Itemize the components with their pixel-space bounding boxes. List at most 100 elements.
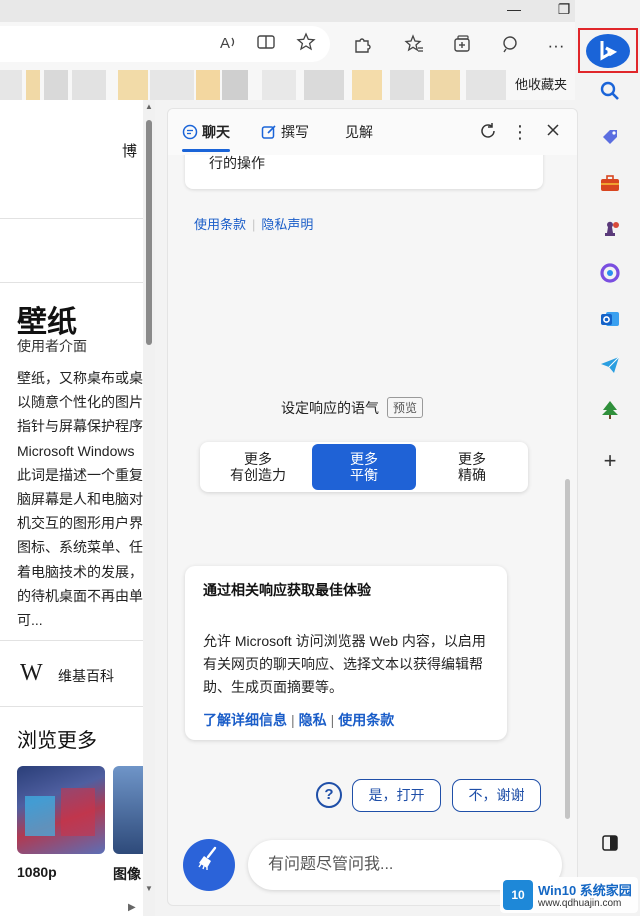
new-topic-broom-icon[interactable] xyxy=(183,839,235,891)
divider xyxy=(0,218,143,219)
no-thanks-button[interactable]: 不，谢谢 xyxy=(452,779,541,812)
watermark-url: www.qdhuajin.com xyxy=(538,898,622,909)
article-line: 此词是描述一个重复 xyxy=(17,466,143,483)
tone-balanced-button[interactable]: 更多 平衡 xyxy=(312,444,416,490)
terms-link[interactable]: 使用条款 xyxy=(194,217,246,232)
article-text: 壁纸，又称桌布或桌 以随意个性化的图片 指针与屏幕保护程序 Microsoft Win… xyxy=(17,366,143,632)
blurred-favorite xyxy=(390,70,424,100)
blurred-favorite xyxy=(304,70,344,100)
article-line: 的待机桌面不再由单 xyxy=(17,587,143,604)
tree-icon[interactable] xyxy=(598,399,622,423)
office-icon[interactable] xyxy=(598,262,622,286)
copilot-panel: 行的操作 聊天 撰写 见解 ⋮ 使用条款 | 隐私声明 设定响应的语气 预览 更多 xyxy=(167,108,578,906)
watermark: 10 Win10 系统家园 www.qdhuajin.com xyxy=(500,877,638,913)
article-line: 可... xyxy=(17,612,43,629)
search-icon[interactable] xyxy=(598,80,622,104)
scrollbar-thumb[interactable] xyxy=(146,120,152,345)
browse-more-heading: 浏览更多 xyxy=(17,730,97,752)
webpage-content: 博 壁纸 使用者介面 壁纸，又称桌布或桌 以随意个性化的图片 指针与屏幕保护程序 Mi… xyxy=(0,100,155,916)
scroll-down-arrow-icon[interactable]: ▼ xyxy=(145,884,153,893)
address-bar[interactable]: A xyxy=(0,26,330,62)
collections-icon[interactable] xyxy=(450,34,474,58)
panel-scrollbar[interactable] xyxy=(565,479,570,819)
tone-precise-button[interactable]: 更多 精确 xyxy=(420,442,524,492)
read-aloud-icon[interactable]: A xyxy=(216,32,240,56)
permission-card-title: 通过相关响应获取最佳体验 xyxy=(203,582,371,598)
tone-creative-button[interactable]: 更多 有创造力 xyxy=(206,442,310,492)
terms-link[interactable]: 使用条款 xyxy=(338,712,394,728)
add-icon[interactable]: + xyxy=(598,449,622,473)
more-icon[interactable]: ··· xyxy=(544,34,568,58)
chat-icon xyxy=(182,124,198,140)
help-icon[interactable]: ? xyxy=(316,782,342,808)
legal-links: 使用条款 | 隐私声明 xyxy=(194,217,314,232)
article-subtitle: 使用者介面 xyxy=(17,338,87,354)
article-title: 壁纸 xyxy=(17,306,77,339)
tools-icon[interactable] xyxy=(598,172,622,196)
page-scrollbar[interactable]: ▲ ▼ xyxy=(143,100,155,916)
article-line: 机交互的图形用户界 xyxy=(17,515,143,532)
scroll-right-arrow-icon[interactable]: ▶ xyxy=(128,902,136,913)
blurred-favorite xyxy=(430,70,460,100)
copilot-highlight-frame xyxy=(578,28,638,73)
learn-more-link[interactable]: 了解详细信息 xyxy=(203,712,287,728)
tab-compose[interactable]: 撰写 xyxy=(261,122,309,142)
favorites-bar: 他收藏夹 xyxy=(0,70,575,100)
page-top-text: 博 xyxy=(122,143,138,160)
scroll-up-arrow-icon[interactable]: ▲ xyxy=(145,102,153,111)
minimize-button[interactable]: — xyxy=(498,0,530,20)
tone-line1: 更多 xyxy=(350,451,378,467)
svg-text:A: A xyxy=(220,35,230,52)
add-favorite-icon[interactable] xyxy=(294,32,318,56)
shopping-icon[interactable] xyxy=(598,126,622,150)
tone-heading-text: 设定响应的语气 xyxy=(281,399,379,416)
other-favorites-folder[interactable]: 他收藏夹 xyxy=(515,74,567,93)
extensions-icon[interactable] xyxy=(350,34,374,58)
copilot-icon[interactable] xyxy=(586,34,630,68)
wikipedia-icon: W xyxy=(20,660,43,686)
refresh-icon[interactable] xyxy=(477,121,499,143)
permission-card-body: 允许 Microsoft 访问浏览器 Web 内容，以启用有关网页的聊天响应、选… xyxy=(203,633,486,695)
source-label[interactable]: 维基百科 xyxy=(58,666,114,686)
permission-card: 通过相关响应获取最佳体验 允许 Microsoft 访问浏览器 Web 内容，以… xyxy=(185,566,507,740)
article-line: Microsoft Windows xyxy=(17,442,135,459)
tab-label: 撰写 xyxy=(281,124,309,140)
tab-chat[interactable]: 聊天 xyxy=(182,122,230,142)
games-icon[interactable] xyxy=(598,217,622,241)
divider xyxy=(0,640,143,641)
preview-badge: 预览 xyxy=(387,397,424,418)
tab-insights[interactable]: 见解 xyxy=(345,122,373,142)
blurred-favorite xyxy=(196,70,220,100)
thumbnail-image[interactable] xyxy=(17,766,105,854)
tone-line2: 有创造力 xyxy=(230,467,286,483)
outlook-icon[interactable] xyxy=(598,308,622,332)
tone-line2: 精确 xyxy=(458,467,486,483)
tab-label: 见解 xyxy=(345,124,373,140)
favorites-icon[interactable] xyxy=(402,34,426,58)
telegram-icon[interactable] xyxy=(598,354,622,378)
copilot-header: 聊天 撰写 见解 ⋮ xyxy=(168,109,577,155)
article-line: 脑屏幕是人和电脑对 xyxy=(17,491,143,508)
permission-card-links: 了解详细信息 | 隐私 | 使用条款 xyxy=(203,712,395,728)
split-panel-icon[interactable] xyxy=(598,834,622,858)
privacy-link[interactable]: 隐私声明 xyxy=(261,217,313,232)
restore-button[interactable]: ❐ xyxy=(548,0,580,20)
tone-line1: 更多 xyxy=(458,451,486,467)
article-line: 指针与屏幕保护程序 xyxy=(17,418,143,435)
yes-open-button[interactable]: 是，打开 xyxy=(352,779,441,812)
copilot-toolbar-icon[interactable] xyxy=(498,34,522,58)
title-bar: — ❐ xyxy=(0,0,575,22)
blurred-favorite xyxy=(222,70,248,100)
close-panel-icon[interactable] xyxy=(542,121,564,143)
more-options-icon[interactable]: ⋮ xyxy=(509,121,531,143)
thumbnail-caption: 图像 xyxy=(113,866,141,882)
privacy-link[interactable]: 隐私 xyxy=(299,712,327,728)
previous-message-text: 行的操作 xyxy=(209,155,265,171)
blurred-favorite xyxy=(466,70,506,100)
split-screen-icon[interactable] xyxy=(254,32,278,56)
blurred-favorite xyxy=(26,70,40,100)
blurred-favorite xyxy=(262,70,296,100)
watermark-logo: 10 xyxy=(503,880,533,910)
blurred-favorite xyxy=(118,70,148,100)
watermark-title: Win10 系统家园 xyxy=(538,883,632,898)
